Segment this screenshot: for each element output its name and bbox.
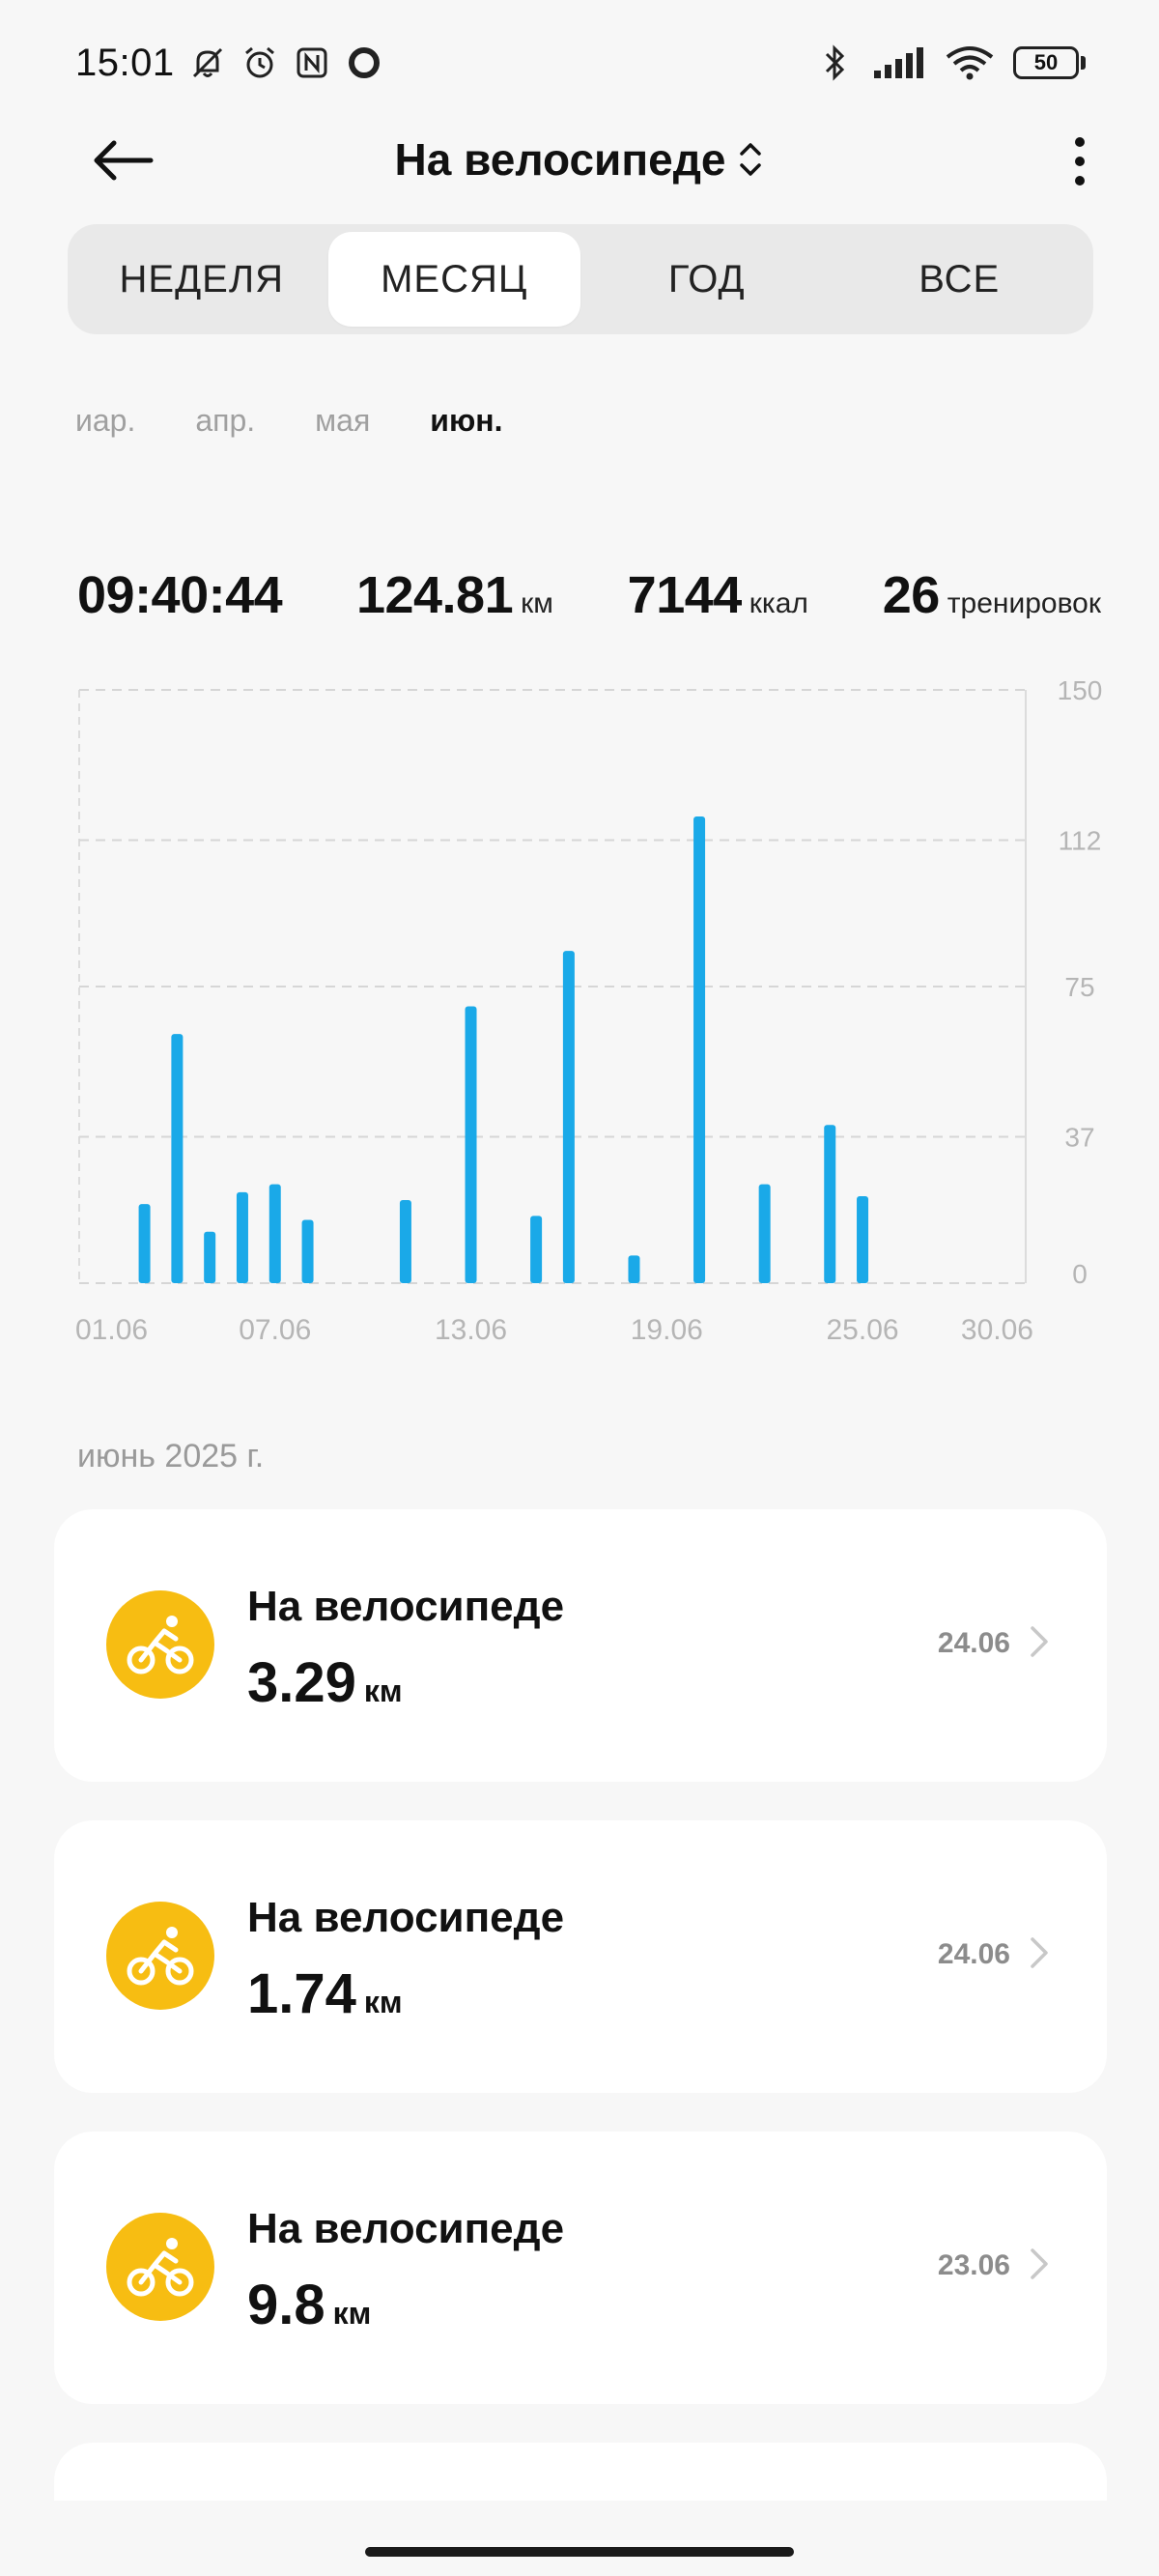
y-tick-label: 112: [1059, 826, 1102, 856]
chart-bar: [530, 1216, 543, 1283]
circle-status-icon: [345, 43, 383, 82]
chart-bar: [465, 1006, 477, 1283]
chart-bar: [269, 1184, 281, 1283]
workout-distance: 3.29 км: [247, 1650, 403, 1715]
period-tabs: НЕДЕЛЯ МЕСЯЦ ГОД ВСЕ: [68, 224, 1093, 334]
x-tick-label: 07.06: [239, 1314, 311, 1346]
workout-date: 23.06: [937, 2249, 1010, 2281]
chart-bar: [171, 1034, 184, 1283]
x-tick-label: 19.06: [631, 1314, 703, 1346]
bluetooth-icon: [816, 43, 855, 82]
cycling-icon: [106, 1902, 214, 2010]
chart-bar: [628, 1255, 640, 1283]
x-tick-label: 30.06: [961, 1314, 1033, 1346]
distance-unit: км: [521, 587, 553, 619]
workout-card[interactable]: На велосипеде 3.29 км 24.06: [54, 1509, 1107, 1782]
chevron-right-icon: [1028, 1617, 1057, 1666]
chart-svg: 150 112 75 37 0 01.06 07.06 13.06 19.06 25.06 30.0…: [75, 675, 1103, 1346]
workout-date: 24.06: [937, 1627, 1010, 1659]
chart-bar: [693, 816, 706, 1283]
title-wrap: На велосипеде: [395, 133, 765, 186]
status-bar: 15:01 50: [0, 29, 1159, 97]
month-may[interactable]: мая: [315, 403, 370, 439]
month-june[interactable]: июн.: [430, 403, 502, 439]
mute-notifications-icon: [188, 43, 227, 82]
summary-duration: 09:40:44: [77, 565, 283, 625]
month-april[interactable]: апр.: [195, 403, 255, 439]
chart-bar: [399, 1200, 411, 1283]
battery-indicator: 50: [1013, 46, 1086, 79]
tab-week[interactable]: НЕДЕЛЯ: [75, 232, 328, 327]
chart-bar: [824, 1125, 836, 1283]
signal-icon: [872, 43, 926, 82]
activity-selector[interactable]: На велосипеде: [0, 133, 1159, 186]
status-time: 15:01: [75, 41, 175, 84]
chart-bar: [857, 1195, 869, 1283]
calories-unit: ккал: [749, 587, 808, 619]
workout-title: На велосипеде: [247, 2205, 565, 2252]
distance-chart[interactable]: 150 112 75 37 0 01.06 07.06 13.06 19.06 25.06 30.0…: [0, 667, 1159, 1362]
workout-distance-unit: км: [363, 1985, 403, 2019]
workout-distance-unit: км: [332, 2296, 372, 2331]
cycling-icon: [106, 2213, 214, 2321]
y-tick-label: 0: [1072, 1259, 1088, 1289]
chevron-right-icon: [1028, 1929, 1057, 1977]
month-selector: иар. апр. мая июн.: [75, 396, 563, 444]
month-march[interactable]: иар.: [75, 403, 135, 439]
workout-card[interactable]: На велосипеде 1.74 км 24.06: [54, 1820, 1107, 2093]
tab-month[interactable]: МЕСЯЦ: [327, 232, 580, 327]
workout-title: На велосипеде: [247, 1583, 565, 1630]
summary-distance: 124.81 км: [356, 565, 553, 625]
more-vertical-icon: [1075, 137, 1085, 186]
tab-all[interactable]: ВСЕ: [834, 232, 1087, 327]
workout-distance-value: 9.8: [247, 2274, 325, 2336]
summary-calories: 7144 ккал: [628, 565, 808, 625]
workout-title: На велосипеде: [247, 1894, 565, 1941]
alarm-icon: [240, 43, 279, 82]
chart-bar: [562, 951, 575, 1283]
workout-card[interactable]: На велосипеде 9.8 км 23.06: [54, 2132, 1107, 2404]
chart-bar: [758, 1184, 771, 1283]
page-title: На велосипеде: [394, 134, 726, 185]
workouts-unit: тренировок: [947, 587, 1101, 619]
duration-value: 09:40:44: [77, 566, 283, 624]
status-left: 15:01: [75, 42, 383, 85]
nfc-icon: [293, 43, 331, 82]
distance-value: 124.81: [355, 566, 514, 624]
workout-distance-unit: км: [363, 1674, 403, 1708]
chevron-right-icon: [1028, 2240, 1057, 2288]
calories-value: 7144: [627, 566, 743, 624]
y-tick-label: 37: [1064, 1123, 1094, 1153]
workout-card-partial[interactable]: [54, 2443, 1107, 2501]
y-tick-label: 150: [1058, 675, 1103, 705]
y-tick-label: 75: [1064, 972, 1094, 1002]
chart-bar: [204, 1231, 216, 1283]
more-options-button[interactable]: [1060, 128, 1099, 195]
x-tick-label: 25.06: [826, 1314, 898, 1346]
chart-bar: [138, 1204, 151, 1283]
summary-workouts: 26 тренировок: [883, 565, 1101, 625]
summary-row: 09:40:44 124.81 км 7144 ккал 26 трениров…: [77, 565, 1101, 643]
battery-level: 50: [1013, 46, 1079, 79]
battery-tip: [1081, 56, 1086, 70]
workout-distance-value: 1.74: [247, 1962, 356, 2025]
sort-chevrons-icon: [740, 143, 762, 176]
app-screen: 15:01 50 На велосипеде НЕДЕЛЯ МЕСЯЦ ГОД …: [0, 0, 1159, 2576]
workout-date: 24.06: [937, 1938, 1010, 1970]
workout-distance-value: 3.29: [247, 1651, 356, 1714]
app-bar: На велосипеде: [0, 116, 1159, 203]
section-title: июнь 2025 г.: [77, 1438, 265, 1474]
workout-distance: 9.8 км: [247, 2273, 371, 2337]
workout-distance: 1.74 км: [247, 1961, 403, 2026]
home-indicator[interactable]: [365, 2547, 794, 2557]
chart-bar: [236, 1191, 248, 1283]
tab-year[interactable]: ГОД: [580, 232, 834, 327]
x-tick-label: 13.06: [435, 1314, 507, 1346]
wifi-icon: [944, 43, 996, 82]
status-right: 50: [816, 43, 1086, 82]
cycling-icon: [106, 1590, 214, 1699]
workouts-value: 26: [882, 566, 941, 624]
chart-bar: [301, 1219, 314, 1283]
x-tick-label: 01.06: [75, 1314, 148, 1346]
